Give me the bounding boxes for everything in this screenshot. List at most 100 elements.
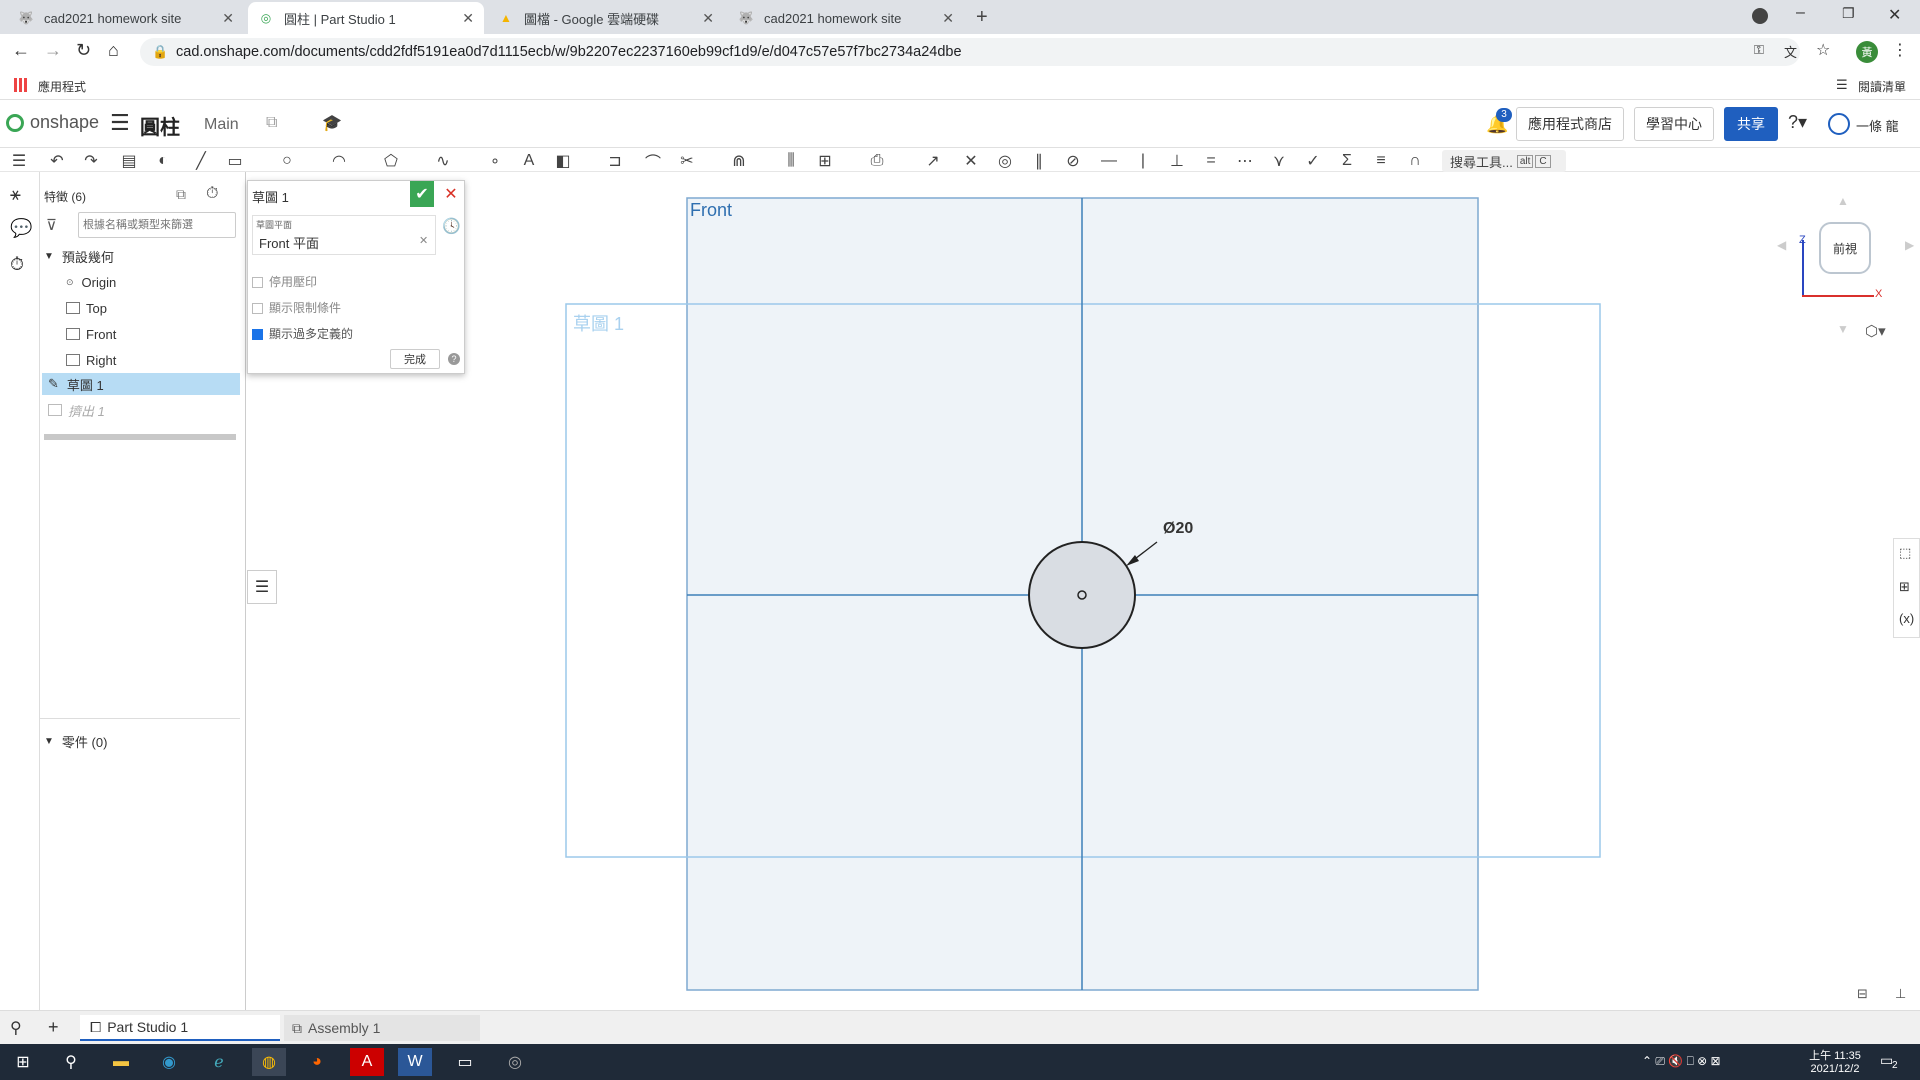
rectangle-icon[interactable]: ▭ <box>224 151 246 171</box>
learning-center-button[interactable]: 學習中心 <box>1634 107 1714 141</box>
user-avatar-icon[interactable] <box>1828 113 1850 135</box>
search-tools-field[interactable]: 搜尋工具... alt C <box>1442 150 1566 172</box>
view-cube-front-face[interactable]: 前視 <box>1819 222 1871 274</box>
finish-button[interactable]: 完成 <box>390 349 440 369</box>
vertical-icon[interactable]: | <box>1132 151 1154 171</box>
search-tabs-icon[interactable]: ⚲ <box>10 1018 22 1038</box>
reading-list-link[interactable]: 閱讀清單 <box>1858 78 1906 95</box>
show-overdefined-option[interactable]: 顯示過多定義的 <box>252 325 353 342</box>
view-options-icon[interactable]: ⬡▾ <box>1865 322 1886 340</box>
view-cube[interactable]: 前視 Z X ▲ ◀ ▶ ▼ <box>1777 192 1917 342</box>
symmetric-icon[interactable]: Σ <box>1336 151 1358 171</box>
parts-group[interactable]: ▼ 零件 (0) <box>44 730 244 752</box>
coincident-icon[interactable]: ✕ <box>960 151 982 171</box>
comments-icon[interactable]: 💬 <box>10 218 32 239</box>
tab-assembly-1[interactable]: ⧉ Assembly 1 <box>284 1015 480 1041</box>
edge-icon[interactable]: ◉ <box>152 1048 186 1076</box>
url-field[interactable]: 🔒 cad.onshape.com/documents/cdd2fdf5191e… <box>140 38 1800 66</box>
diameter-dimension[interactable]: Ø20 <box>1163 520 1193 538</box>
home-icon[interactable]: ⌂ <box>108 40 119 61</box>
branch-name[interactable]: Main <box>204 116 239 134</box>
firefox-icon[interactable]: ◕ <box>300 1048 334 1076</box>
feature-origin[interactable]: ⊙ Origin <box>66 271 266 293</box>
apps-bookmark[interactable]: 應用程式 <box>38 78 86 95</box>
rotate-down-icon[interactable]: ▼ <box>1837 322 1849 336</box>
appearance-icon[interactable]: ⬚ <box>1899 545 1911 561</box>
show-constraints-option[interactable]: 顯示限制條件 <box>252 299 341 316</box>
app-icon[interactable]: ◎ <box>498 1048 532 1076</box>
circle-icon[interactable]: ○ <box>276 151 298 171</box>
spline-icon[interactable]: ∿ <box>432 151 454 171</box>
clear-field-icon[interactable]: ✕ <box>419 234 428 247</box>
perpendicular-icon[interactable]: ⊥ <box>1166 151 1188 171</box>
checkbox[interactable] <box>252 277 263 289</box>
window-close-icon[interactable]: ✕ <box>1888 5 1901 25</box>
feature-sketch-1[interactable]: ✎ 草圖 1 <box>42 373 240 395</box>
trim-icon[interactable]: ✂ <box>676 151 698 171</box>
browser-tab-2[interactable]: ◎ 圓柱 | Part Studio 1 ✕ <box>248 2 484 34</box>
document-title[interactable]: 圓柱 <box>140 111 180 140</box>
orientation-icon[interactable]: ⊥ <box>1895 986 1906 1002</box>
measure-icon[interactable]: ⊟ <box>1857 986 1868 1002</box>
minimize-icon[interactable]: – <box>1796 4 1805 22</box>
word-icon[interactable]: W <box>398 1048 432 1076</box>
file-explorer-icon[interactable]: ▬ <box>104 1048 138 1076</box>
share-button[interactable]: 共享 <box>1724 107 1778 141</box>
line-icon[interactable]: ╱ <box>190 151 212 171</box>
feature-top-plane[interactable]: Top <box>66 297 266 319</box>
parallel-icon[interactable]: ∥ <box>1028 151 1050 171</box>
mirror-icon[interactable]: ⫼ <box>780 151 802 171</box>
midpoint-icon[interactable]: ⋯ <box>1234 151 1256 171</box>
cancel-x-button[interactable]: ✕ <box>440 183 462 205</box>
equal-icon[interactable]: = <box>1200 151 1222 171</box>
checkbox-checked[interactable] <box>252 329 263 341</box>
search-icon[interactable]: ⚲ <box>54 1048 88 1076</box>
browser-tab-1[interactable]: 🐺 cad2021 homework site ✕ <box>8 2 244 34</box>
feature-front-plane[interactable]: Front <box>66 323 266 345</box>
rotate-left-icon[interactable]: ◀ <box>1777 238 1786 252</box>
clock-icon[interactable]: 🕓 <box>442 217 461 235</box>
feature-filter-input[interactable] <box>78 212 236 238</box>
dxf-icon[interactable]: ⎙ <box>866 151 888 171</box>
sketch-plane-field[interactable]: 草圖平面 Front 平面 ✕ <box>252 215 436 255</box>
point-icon[interactable]: ∘ <box>484 151 506 171</box>
browser-tab-3[interactable]: ▲ 圖檔 - Google 雲端硬碟 ✕ <box>488 2 724 34</box>
menu-icon[interactable]: ⋮ <box>1892 40 1908 60</box>
disable-imprint-option[interactable]: 停用壓印 <box>252 273 317 290</box>
versions-icon[interactable]: ⧉ <box>266 114 277 132</box>
undo-icon[interactable]: ↶ <box>46 151 68 171</box>
maximize-icon[interactable]: ❐ <box>1842 5 1855 22</box>
checkbox[interactable] <box>252 303 263 315</box>
new-tab-icon[interactable]: + <box>976 6 988 29</box>
horizontal-icon[interactable]: — <box>1098 151 1120 171</box>
insert-feature-icon[interactable]: ⧉ <box>176 186 186 203</box>
extrude-icon[interactable]: ◐ <box>152 151 174 171</box>
redo-icon[interactable]: ↷ <box>80 151 102 171</box>
user-name[interactable]: 一條 龍 <box>1856 116 1899 135</box>
sketch-circle[interactable] <box>1028 541 1136 649</box>
rollback-timer-icon[interactable]: ⏱ <box>206 185 218 203</box>
close-icon[interactable]: ✕ <box>942 10 954 27</box>
close-icon[interactable]: ✕ <box>462 10 474 27</box>
rotate-right-icon[interactable]: ▶ <box>1905 238 1914 252</box>
confirm-check-button[interactable]: ✔ <box>410 181 434 207</box>
sketch-icon[interactable]: ▤ <box>118 151 140 171</box>
offset-icon[interactable]: ⋒ <box>728 151 750 171</box>
forward-icon[interactable]: → <box>44 40 62 61</box>
fix-icon[interactable]: ≡ <box>1370 151 1392 171</box>
browser-tab-4[interactable]: 🐺 cad2021 homework site ✕ <box>728 2 964 34</box>
sketch-canvas[interactable] <box>247 172 1920 1010</box>
back-icon[interactable]: ← <box>12 40 30 61</box>
key-icon[interactable]: ⚿ <box>1754 42 1764 58</box>
pattern-icon[interactable]: ⊞ <box>814 151 836 171</box>
feature-right-plane[interactable]: Right <box>66 349 266 371</box>
add-feature-icon[interactable]: ⚹ <box>10 184 21 205</box>
feature-extrude-1[interactable]: 擠出 1 <box>48 399 248 421</box>
help-icon[interactable]: ? <box>448 353 460 365</box>
profile-avatar[interactable]: 黃 <box>1856 41 1878 63</box>
close-icon[interactable]: ✕ <box>222 10 234 27</box>
autocad-icon[interactable]: A <box>350 1048 384 1076</box>
history-icon[interactable]: ⏱ <box>10 254 24 275</box>
hamburger-menu-icon[interactable]: ☰ <box>110 110 130 136</box>
star-icon[interactable]: ☆ <box>1816 40 1830 60</box>
